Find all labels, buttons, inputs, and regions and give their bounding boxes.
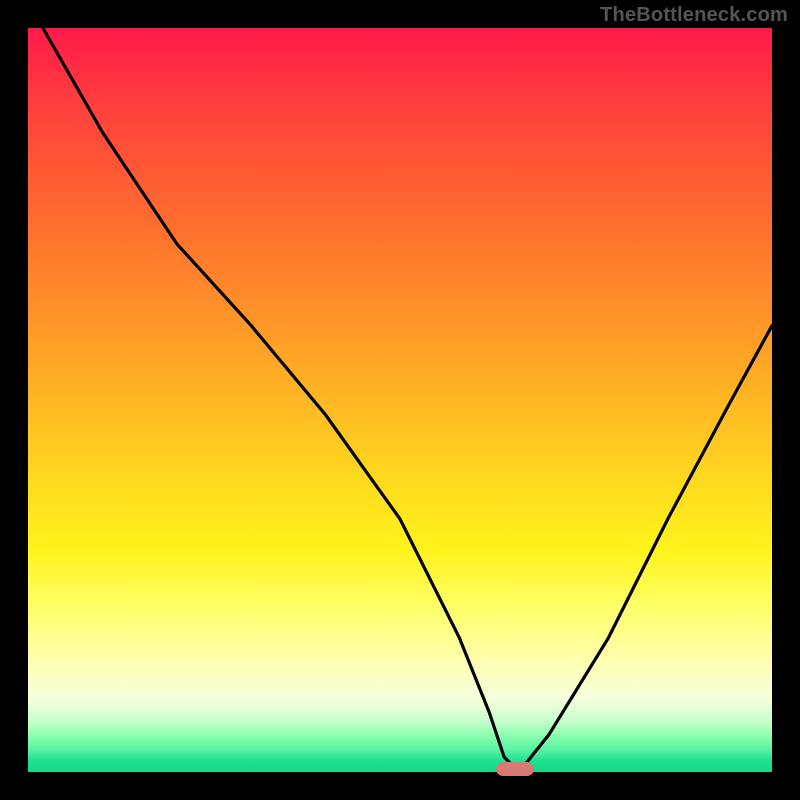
chart-frame: TheBottleneck.com [0, 0, 800, 800]
minimum-marker [496, 762, 534, 776]
bottleneck-curve [28, 28, 772, 772]
curve-path [43, 28, 772, 772]
watermark-text: TheBottleneck.com [600, 4, 788, 27]
plot-area [28, 28, 772, 772]
